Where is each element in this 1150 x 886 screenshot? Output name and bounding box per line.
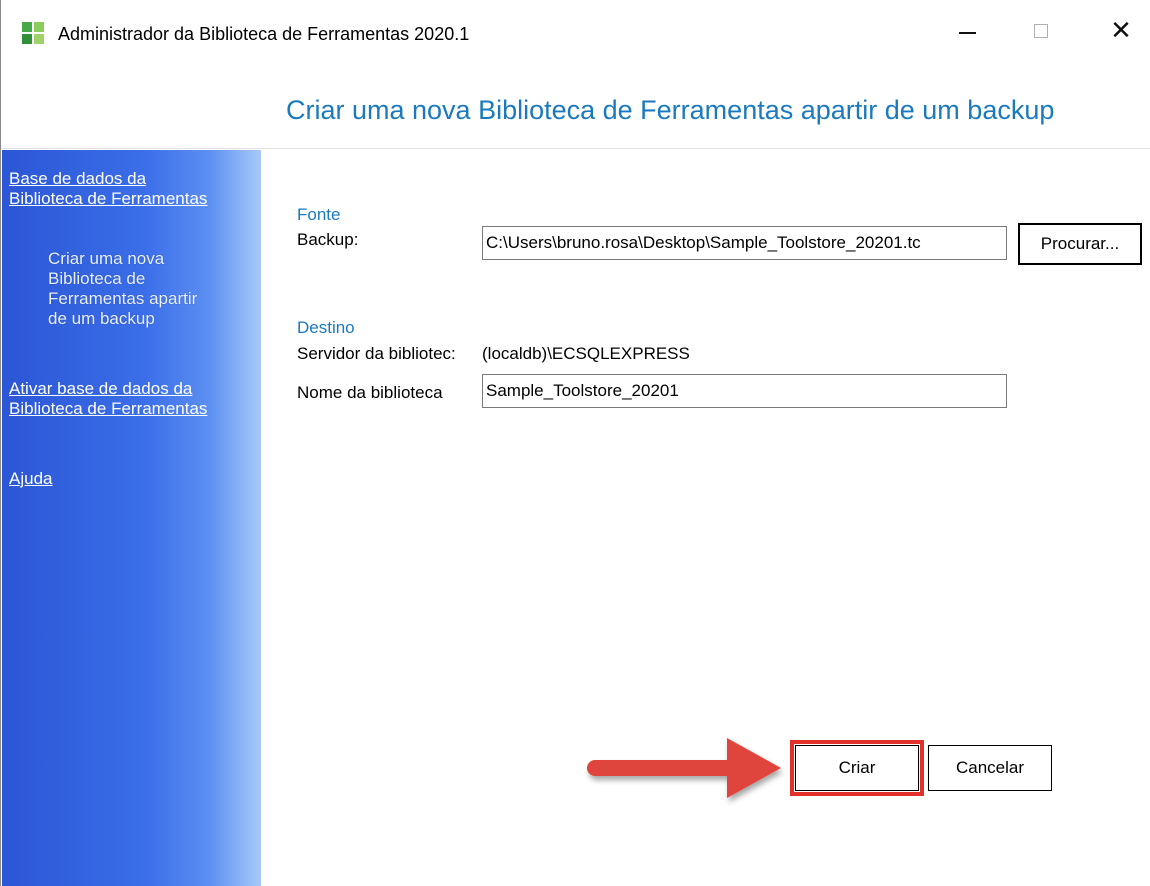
close-icon: ✕ [1110, 16, 1132, 46]
cancel-button[interactable]: Cancelar [928, 745, 1052, 791]
title-bar[interactable]: Administrador da Biblioteca de Ferrament… [1, 0, 1150, 62]
header-divider [1, 148, 1150, 149]
source-group-label: Fonte [297, 205, 341, 224]
minimize-icon [958, 32, 976, 34]
sidebar-item-create-from-backup: Criar uma nova Biblioteca de Ferramentas… [48, 249, 198, 328]
maximize-button[interactable] [1011, 0, 1071, 62]
create-button[interactable]: Criar [790, 740, 924, 796]
destination-group-label: Destino [297, 318, 355, 337]
sidebar-item-help[interactable]: Ajuda [9, 469, 219, 489]
browse-button[interactable]: Procurar... [1018, 223, 1142, 265]
server-value: (localdb)\ECSQLEXPRESS [482, 344, 690, 363]
sidebar: Base de dados da Biblioteca de Ferrament… [2, 150, 261, 886]
sidebar-item-activate-database[interactable]: Ativar base de dados da Biblioteca de Fe… [9, 379, 219, 419]
server-label: Servidor da bibliotec: [297, 344, 456, 363]
backup-label: Backup: [297, 230, 359, 249]
close-button[interactable]: ✕ [1091, 0, 1150, 62]
app-grid-icon [22, 22, 44, 44]
backup-path-input[interactable] [482, 226, 1007, 260]
library-name-input[interactable] [482, 374, 1007, 408]
window-title: Administrador da Biblioteca de Ferrament… [58, 24, 470, 44]
page-title: Criar uma nova Biblioteca de Ferramentas… [286, 95, 1055, 125]
sidebar-item-database[interactable]: Base de dados da Biblioteca de Ferrament… [9, 169, 219, 209]
library-name-label: Nome da biblioteca [297, 383, 443, 402]
red-arrow-icon [587, 738, 781, 798]
maximize-icon [1034, 24, 1048, 38]
app-window: Administrador da Biblioteca de Ferrament… [0, 0, 1150, 886]
minimize-button[interactable] [937, 0, 997, 62]
